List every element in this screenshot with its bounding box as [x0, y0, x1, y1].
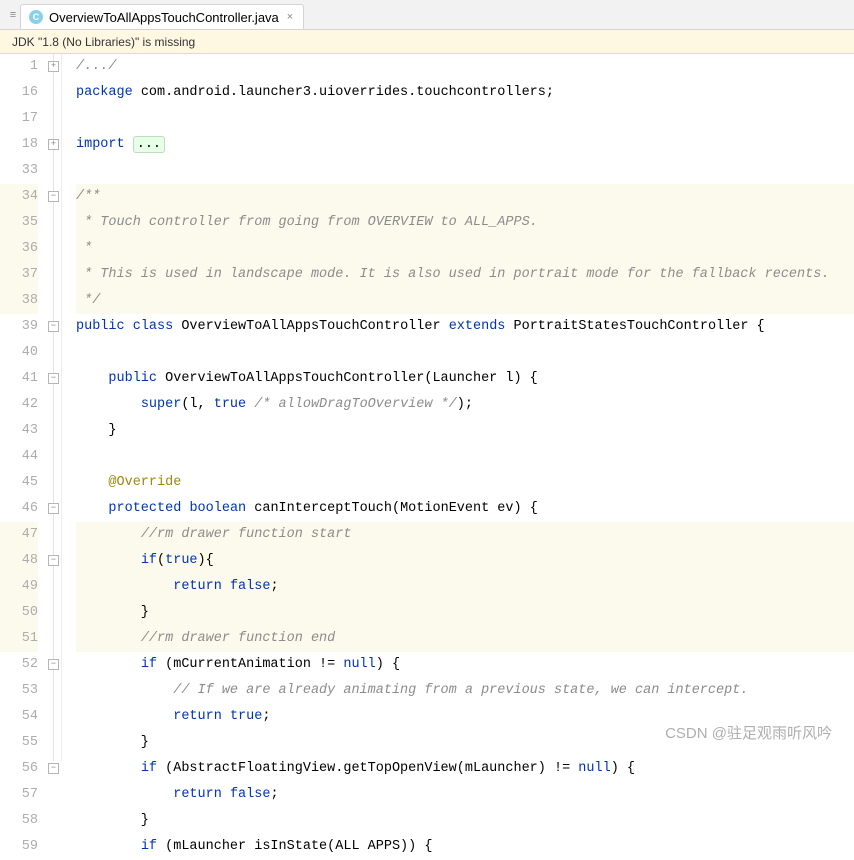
fold-collapse-icon[interactable]: −: [48, 321, 59, 332]
line-number: 51: [0, 626, 38, 652]
line-number: 41: [0, 366, 38, 392]
code-line[interactable]: }: [76, 808, 854, 834]
close-icon[interactable]: ×: [285, 11, 295, 23]
code-line[interactable]: package com.android.launcher3.uioverride…: [76, 80, 854, 106]
line-number: 35: [0, 210, 38, 236]
code-line[interactable]: if (mLauncher isInState(ALL APPS)) {: [76, 834, 854, 860]
line-number: 53: [0, 678, 38, 704]
notification-bar[interactable]: JDK "1.8 (No Libraries)" is missing: [0, 30, 854, 54]
fold-expand-icon[interactable]: +: [48, 61, 59, 72]
code-line[interactable]: // If we are already animating from a pr…: [76, 678, 854, 704]
code-line[interactable]: */: [76, 288, 854, 314]
code-line[interactable]: public OverviewToAllAppsTouchController(…: [76, 366, 854, 392]
line-number: 59: [0, 834, 38, 860]
line-number: 37: [0, 262, 38, 288]
code-line[interactable]: return false;: [76, 574, 854, 600]
code-line[interactable]: }: [76, 600, 854, 626]
line-number: 33: [0, 158, 38, 184]
line-number: 46: [0, 496, 38, 522]
code-line[interactable]: public class OverviewToAllAppsTouchContr…: [76, 314, 854, 340]
fold-collapse-icon[interactable]: −: [48, 373, 59, 384]
code-editor[interactable]: 1161718333435363738394041424344454647484…: [0, 54, 854, 761]
line-number: 16: [0, 80, 38, 106]
code-line[interactable]: if(true){: [76, 548, 854, 574]
code-line[interactable]: [76, 444, 854, 470]
code-line[interactable]: //rm drawer function start: [76, 522, 854, 548]
tab-bar: ≡ C OverviewToAllAppsTouchController.jav…: [0, 0, 854, 30]
line-number: 48: [0, 548, 38, 574]
code-line[interactable]: return false;: [76, 782, 854, 808]
fold-collapse-icon[interactable]: −: [48, 503, 59, 514]
code-line[interactable]: import ...: [76, 132, 854, 158]
line-number: 39: [0, 314, 38, 340]
line-number: 43: [0, 418, 38, 444]
line-number: 58: [0, 808, 38, 834]
line-number: 47: [0, 522, 38, 548]
notification-message: JDK "1.8 (No Libraries)" is missing: [12, 35, 195, 49]
line-number: 57: [0, 782, 38, 808]
code-line[interactable]: * Touch controller from going from OVERV…: [76, 210, 854, 236]
fold-collapse-icon[interactable]: −: [48, 555, 59, 566]
line-number: 17: [0, 106, 38, 132]
code-line[interactable]: /**: [76, 184, 854, 210]
code-line[interactable]: //rm drawer function end: [76, 626, 854, 652]
code-line[interactable]: super(l, true /* allowDragToOverview */)…: [76, 392, 854, 418]
code-line[interactable]: [76, 158, 854, 184]
line-number: 42: [0, 392, 38, 418]
line-number: 38: [0, 288, 38, 314]
line-number: 56: [0, 756, 38, 782]
code-line[interactable]: @Override: [76, 470, 854, 496]
fold-collapse-icon[interactable]: −: [48, 763, 59, 774]
tab-filename: OverviewToAllAppsTouchController.java: [49, 10, 279, 25]
line-number: 55: [0, 730, 38, 756]
code-line[interactable]: /.../: [76, 54, 854, 80]
line-number: 45: [0, 470, 38, 496]
tab-menu-icon[interactable]: ≡: [6, 0, 20, 29]
code-line[interactable]: if (mCurrentAnimation != null) {: [76, 652, 854, 678]
line-number: 36: [0, 236, 38, 262]
code-line[interactable]: [76, 106, 854, 132]
code-line[interactable]: return true;: [76, 704, 854, 730]
code-line[interactable]: protected boolean canInterceptTouch(Moti…: [76, 496, 854, 522]
line-number: 54: [0, 704, 38, 730]
line-number: 50: [0, 600, 38, 626]
fold-collapse-icon[interactable]: −: [48, 191, 59, 202]
code-line[interactable]: }: [76, 730, 854, 756]
editor-tab[interactable]: C OverviewToAllAppsTouchController.java …: [20, 4, 304, 29]
line-number-gutter: 1161718333435363738394041424344454647484…: [0, 54, 48, 761]
line-number: 52: [0, 652, 38, 678]
fold-collapse-icon[interactable]: −: [48, 659, 59, 670]
code-area[interactable]: /.../package com.android.launcher3.uiove…: [62, 54, 854, 761]
line-number: 34: [0, 184, 38, 210]
code-line[interactable]: *: [76, 236, 854, 262]
line-number: 49: [0, 574, 38, 600]
line-number: 18: [0, 132, 38, 158]
line-number: 40: [0, 340, 38, 366]
line-number: 1: [0, 54, 38, 80]
code-line[interactable]: * This is used in landscape mode. It is …: [76, 262, 854, 288]
fold-expand-icon[interactable]: +: [48, 139, 59, 150]
fold-column: ++−−−−−−−: [48, 54, 62, 761]
line-number: 44: [0, 444, 38, 470]
java-class-icon: C: [29, 10, 43, 24]
code-line[interactable]: }: [76, 418, 854, 444]
code-line[interactable]: if (AbstractFloatingView.getTopOpenView(…: [76, 756, 854, 782]
code-line[interactable]: [76, 340, 854, 366]
